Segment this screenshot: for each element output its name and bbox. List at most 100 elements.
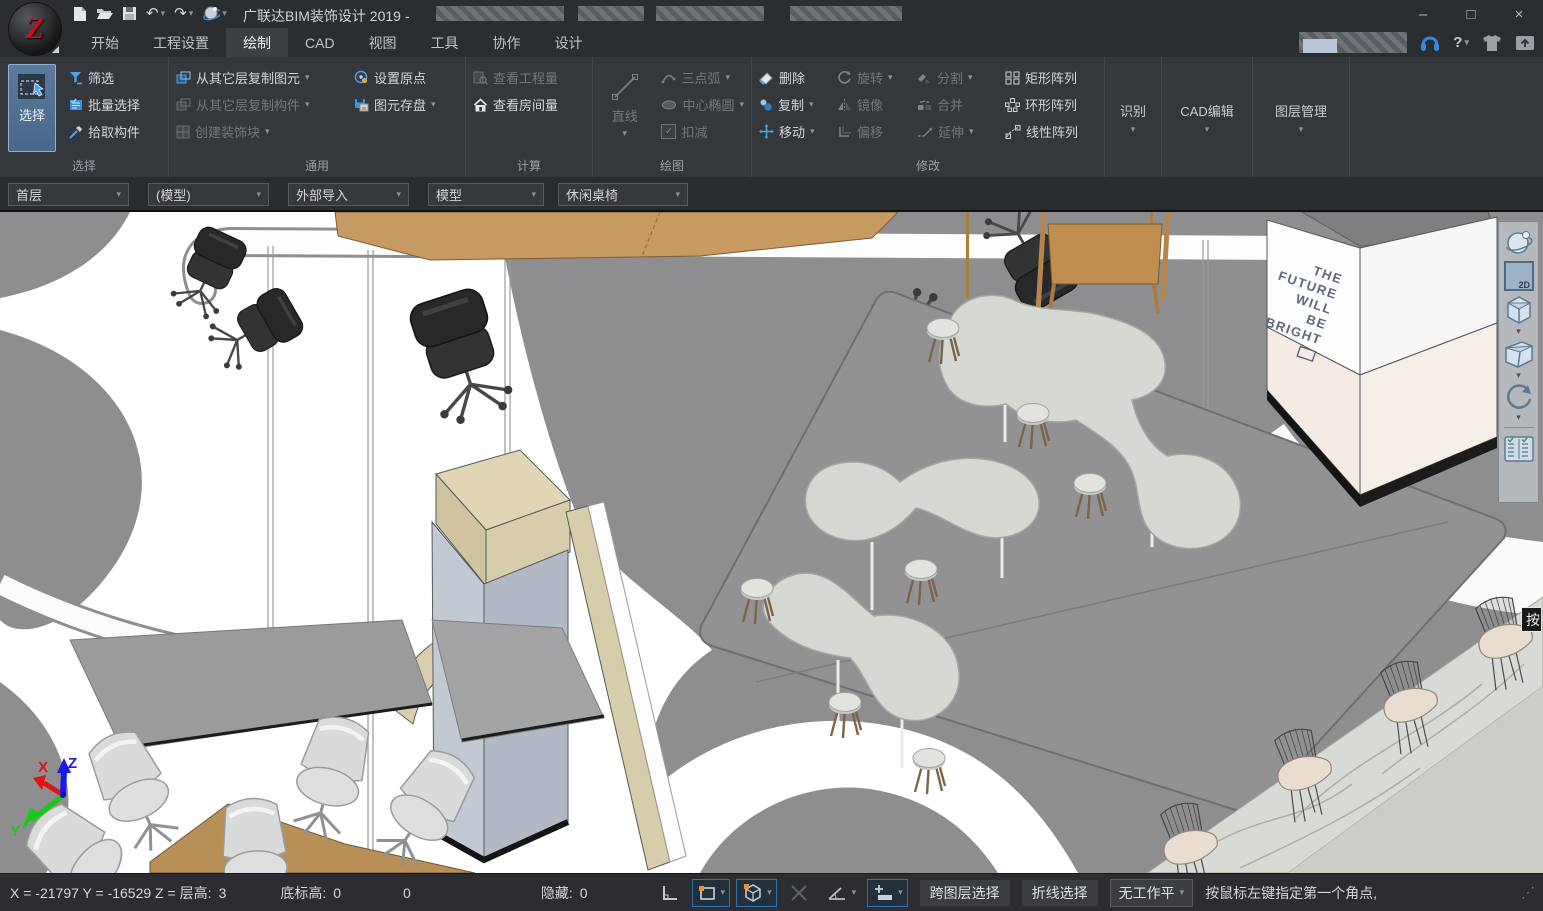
resize-grip-icon[interactable]: ⋰	[1521, 884, 1535, 901]
tab-tools[interactable]: 工具	[414, 28, 476, 57]
model-select[interactable]: 模型▾	[428, 183, 544, 206]
toolbar-divider	[1504, 427, 1534, 428]
viewport-3d-scene[interactable]: THE FUTURE WILL BE BRIGHT	[0, 212, 1543, 873]
logo-corner-icon	[52, 46, 59, 53]
save-button[interactable]	[122, 6, 137, 21]
close-button[interactable]: ×	[1495, 0, 1543, 28]
iso-cube-icon[interactable]	[1502, 294, 1536, 326]
redo-button[interactable]: ↷▾	[174, 6, 193, 22]
hidden-count-label: 隐藏:	[541, 883, 573, 903]
title-right-icons: ?▾	[1299, 30, 1535, 55]
headset-support-icon[interactable]	[1419, 33, 1441, 52]
ribbon-item-extend[interactable]: 延伸▾	[910, 118, 998, 145]
undo-icon: ↶	[146, 6, 159, 22]
orbit-view-button[interactable]: ▾	[202, 5, 227, 22]
ribbon-item-copy-element-from-layer[interactable]: 从其它层复制图元▾	[169, 64, 347, 91]
perspective-cube-icon[interactable]	[1502, 338, 1536, 370]
maximize-button[interactable]: □	[1447, 0, 1495, 28]
command-prompt: 按鼠标左键指定第一个角点,	[1205, 883, 1377, 903]
ribbon-item-erase[interactable]: 删除	[752, 64, 830, 91]
layer-manage-button[interactable]: 图层管理▾	[1253, 57, 1349, 177]
redo-icon: ↷	[174, 6, 187, 22]
ribbon-item-rotate[interactable]: 旋转▾	[830, 64, 910, 91]
display-options-icon[interactable]	[1502, 433, 1536, 465]
cross-layer-select-button[interactable]: 跨图层选择	[920, 880, 1010, 906]
tab-view[interactable]: 视图	[352, 28, 414, 57]
model-paren-select[interactable]: (模型)▾	[148, 183, 269, 206]
ribbon-item-move[interactable]: 移动▾	[752, 118, 830, 145]
ribbon-item-mirror[interactable]: 镜像	[830, 91, 910, 118]
import-source-select[interactable]: 外部导入▾	[288, 183, 409, 206]
open-file-button[interactable]	[96, 6, 113, 21]
view-cube-toggle[interactable]: ▾	[736, 879, 777, 907]
axis-z-label: Z	[68, 755, 77, 772]
cad-edit-button[interactable]: CAD编辑▾	[1162, 57, 1252, 177]
ribbon-item-three-point-arc[interactable]: 三点弧▾	[654, 64, 751, 91]
context-selector-row: 首层▾ (模型)▾ 外部导入▾ 模型▾ 休闲桌椅▾	[0, 177, 1543, 212]
intersection-snap-toggle[interactable]	[783, 879, 815, 907]
component-type-select[interactable]: 休闲桌椅▾	[558, 183, 688, 206]
chevron-down-icon[interactable]: ▾	[1516, 327, 1521, 335]
2d-view-icon[interactable]: 2D	[1503, 260, 1535, 292]
polyline-select-button[interactable]: 折线选择	[1022, 880, 1098, 906]
recognize-button[interactable]: 识别▾	[1105, 57, 1161, 177]
quick-access-toolbar: ↶▾ ↷▾ ▾	[72, 5, 227, 22]
tab-start[interactable]: 开始	[74, 28, 136, 57]
chevron-down-icon[interactable]: ▾	[1516, 371, 1521, 379]
undo-button[interactable]: ↶▾	[146, 6, 165, 22]
svg-text:2D: 2D	[1518, 280, 1530, 290]
ribbon-item-split[interactable]: 分割▾	[910, 64, 998, 91]
tab-collaborate[interactable]: 协作	[476, 28, 538, 57]
ribbon-item-offset[interactable]: 偏移	[830, 118, 910, 145]
ribbon-item-copy[interactable]: 复制▾	[752, 91, 830, 118]
chevron-down-icon: ▾	[852, 888, 857, 897]
help-button[interactable]: ?▾	[1453, 34, 1469, 51]
ribbon-item-linear-array[interactable]: 线性阵列	[998, 118, 1098, 145]
ribbon-item-copy-component-from-layer[interactable]: 从其它层复制构件▾	[169, 91, 347, 118]
ribbon-item-center-ellipse[interactable]: 中心椭圆▾	[654, 91, 751, 118]
tab-cad[interactable]: CAD	[288, 28, 352, 57]
chevron-down-icon: ▾	[189, 9, 194, 18]
tab-draw[interactable]: 绘制	[226, 28, 288, 57]
center-ellipse-icon	[661, 99, 677, 111]
ribbon-item-create-block[interactable]: 创建装饰块▾	[169, 118, 347, 145]
ribbon-item-rect-array[interactable]: 矩形阵列	[998, 64, 1098, 91]
angle-snap-toggle[interactable]: ▾	[821, 879, 862, 907]
rect-array-icon	[1005, 71, 1020, 85]
select-big-button[interactable]: 选择	[8, 64, 56, 152]
viewport-3d[interactable]: THE FUTURE WILL BE BRIGHT	[0, 212, 1543, 873]
ribbon-item-pick-component[interactable]: 拾取构件	[62, 118, 147, 145]
rect-select-toggle[interactable]: ▾	[692, 879, 731, 907]
save-icon	[122, 6, 137, 21]
ribbon-item-merge[interactable]: 合并	[910, 91, 998, 118]
theme-shirt-icon[interactable]	[1481, 34, 1503, 52]
chevron-down-icon[interactable]: ▾	[1516, 413, 1521, 421]
ribbon-item-save-element[interactable]: 图元存盘▾	[347, 91, 443, 118]
upgrade-window-icon[interactable]	[1515, 34, 1535, 52]
deduction-checkbox[interactable]: ✓	[661, 124, 676, 139]
tab-project-settings[interactable]: 工程设置	[136, 28, 226, 57]
app-logo[interactable]: Z	[9, 3, 61, 55]
new-file-button[interactable]	[72, 6, 87, 22]
pendant-stem[interactable]	[966, 212, 969, 298]
batch-select-icon	[69, 98, 83, 112]
tab-design[interactable]: 设计	[538, 28, 600, 57]
ribbon-item-polar-array[interactable]: 环形阵列	[998, 91, 1098, 118]
line-big-button[interactable]: 直线 ▾	[601, 64, 648, 152]
coord-entry-toggle[interactable]: ▾	[867, 879, 908, 907]
cursor-coordinates: X = -21797 Y = -16529 Z =	[10, 885, 176, 901]
chevron-down-icon: ▾	[721, 888, 726, 897]
ribbon-item-filter[interactable]: 筛选	[62, 64, 147, 91]
floor-select[interactable]: 首层▾	[8, 183, 129, 206]
rotate-view-icon[interactable]	[1503, 382, 1535, 412]
ribbon-item-deduction[interactable]: ✓扣减	[654, 118, 751, 145]
ribbon-item-batch-select[interactable]: 批量选择	[62, 91, 147, 118]
ribbon-item-set-origin[interactable]: 设置原点	[347, 64, 443, 91]
right-angle-toggle[interactable]	[654, 879, 686, 907]
ribbon-group-drawing: 直线 ▾ 三点弧▾ 中心椭圆▾ ✓扣减 绘图	[593, 57, 752, 177]
ribbon-item-view-room-quantities[interactable]: 查看房间量	[466, 91, 565, 118]
ribbon-item-view-quantities[interactable]: 查看工程量	[466, 64, 565, 91]
orbit-icon[interactable]	[1503, 228, 1535, 258]
minimize-button[interactable]: –	[1399, 0, 1447, 28]
workplane-select[interactable]: 无工作平▾	[1110, 879, 1194, 907]
